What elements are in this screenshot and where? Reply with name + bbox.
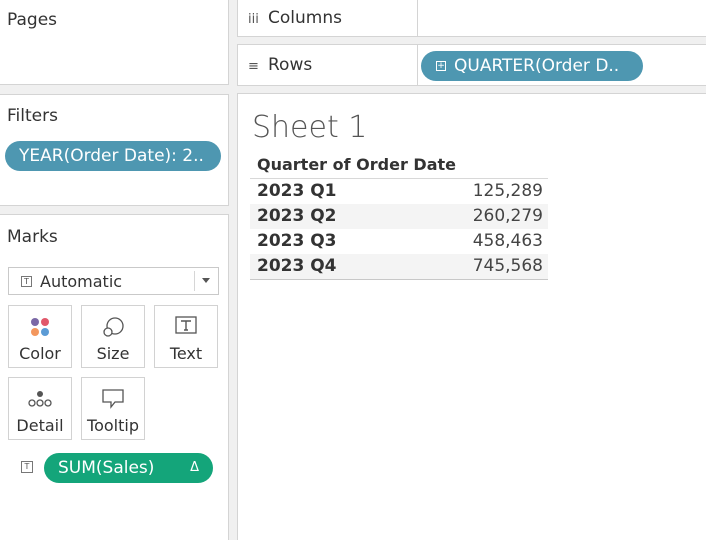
filter-pill-label: YEAR(Order Date): 2.. xyxy=(19,146,204,166)
quarter-cell: 2023 Q3 xyxy=(257,231,337,251)
filters-card[interactable]: Filters YEAR(Order Date): 2.. xyxy=(0,94,229,206)
rows-label: Rows xyxy=(268,55,313,75)
columns-shelf[interactable]: iii Columns xyxy=(237,0,706,37)
mark-type-dropdown[interactable]: T Automatic xyxy=(8,267,219,295)
quarter-cell: 2023 Q1 xyxy=(257,181,337,201)
pages-card[interactable]: Pages xyxy=(0,0,229,85)
table-row[interactable]: 2023 Q3 458,463 xyxy=(250,229,548,254)
filters-title: Filters xyxy=(7,106,58,126)
chevron-down-icon[interactable] xyxy=(202,278,210,283)
mark-type-label: Automatic xyxy=(40,272,123,291)
column-header: Quarter of Order Date xyxy=(257,155,456,174)
delta-icon: Δ xyxy=(190,460,199,475)
worksheet-view[interactable]: Sheet 1 Quarter of Order Date 2023 Q1 12… xyxy=(237,93,706,540)
shelf-divider xyxy=(417,0,418,36)
columns-shelf-label: iii Columns xyxy=(248,8,342,28)
expand-plus-icon[interactable]: + xyxy=(436,61,446,71)
tooltip-button-label: Tooltip xyxy=(87,416,139,435)
table-row[interactable]: 2023 Q2 260,279 xyxy=(250,204,548,229)
detail-dots-icon xyxy=(28,391,52,407)
text-button-label: Text xyxy=(169,344,203,363)
quarter-pill-label: QUARTER(Order D.. xyxy=(454,56,620,76)
sum-sales-pill[interactable]: SUM(Sales) Δ xyxy=(44,453,213,483)
size-button[interactable]: Size xyxy=(81,305,145,368)
sales-cell: 125,289 xyxy=(472,181,543,201)
rows-shelf-label: ≡ Rows xyxy=(248,55,312,75)
pages-title: Pages xyxy=(7,10,58,30)
sales-cell: 260,279 xyxy=(472,206,543,226)
marks-title: Marks xyxy=(7,227,58,247)
sales-cell: 458,463 xyxy=(472,231,543,251)
color-dots-icon xyxy=(31,318,49,336)
text-encoding-icon: T xyxy=(21,461,33,473)
tooltip-bubble-icon xyxy=(102,389,124,409)
tooltip-button[interactable]: Tooltip xyxy=(81,377,145,440)
shelf-divider xyxy=(417,45,418,85)
text-button[interactable]: Text xyxy=(154,305,218,368)
sheet-title: Sheet 1 xyxy=(252,110,368,145)
detail-button-label: Detail xyxy=(16,416,64,435)
dropdown-divider xyxy=(194,271,195,291)
text-mark-icon: T xyxy=(21,276,32,287)
color-button[interactable]: Color xyxy=(8,305,72,368)
columns-label: Columns xyxy=(268,8,342,28)
size-circles-icon xyxy=(103,317,124,337)
table-row[interactable]: 2023 Q1 125,289 xyxy=(250,179,548,204)
table-row[interactable]: 2023 Q4 745,568 xyxy=(250,254,548,279)
size-button-label: Size xyxy=(96,344,130,363)
data-table: 2023 Q1 125,289 2023 Q2 260,279 2023 Q3 … xyxy=(250,178,548,280)
year-order-date-filter-pill[interactable]: YEAR(Order Date): 2.. xyxy=(5,141,221,171)
quarter-cell: 2023 Q4 xyxy=(257,256,337,276)
quarter-order-date-pill[interactable]: + QUARTER(Order D.. xyxy=(421,51,643,81)
rows-icon: ≡ xyxy=(248,59,259,74)
quarter-cell: 2023 Q2 xyxy=(257,206,337,226)
sales-cell: 745,568 xyxy=(472,256,543,276)
text-t-icon xyxy=(175,316,197,334)
color-button-label: Color xyxy=(19,344,61,363)
rows-shelf[interactable]: ≡ Rows + QUARTER(Order D.. xyxy=(237,44,706,86)
detail-button[interactable]: Detail xyxy=(8,377,72,440)
sum-sales-label: SUM(Sales) xyxy=(58,458,155,478)
columns-icon: iii xyxy=(248,12,259,27)
marks-card[interactable]: Marks T Automatic Color Size Text Detail… xyxy=(0,214,229,540)
